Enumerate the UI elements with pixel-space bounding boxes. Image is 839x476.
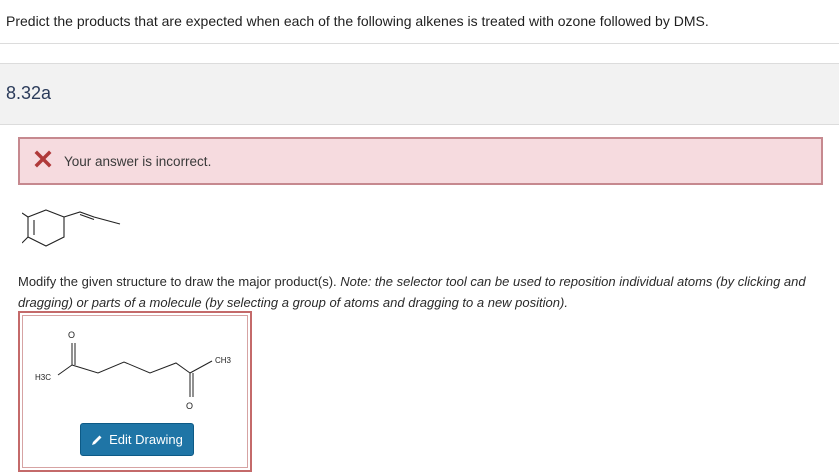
part-label: 8.32a [6, 83, 52, 103]
pencil-icon [92, 435, 102, 445]
x-mark-icon [34, 150, 52, 168]
instructions-text: Modify the given structure to draw the m… [18, 274, 341, 289]
ch3-label: CH3 [215, 356, 232, 365]
edit-drawing-label: Edit Drawing [109, 432, 183, 447]
instructions: Modify the given structure to draw the m… [18, 271, 833, 313]
drawing-area[interactable]: O O H3C CH3 Edit Drawing [18, 311, 252, 472]
given-alkene-structure [22, 209, 121, 247]
oxygen-bottom-label: O [186, 401, 193, 411]
oxygen-top-label: O [68, 330, 75, 340]
h3c-label: H3C [35, 373, 51, 382]
edit-drawing-button[interactable]: Edit Drawing [80, 423, 194, 456]
feedback-message: Your answer is incorrect. [64, 154, 212, 169]
product-structure[interactable]: O O H3C CH3 [20, 313, 250, 413]
feedback-alert: Your answer is incorrect. [18, 137, 823, 185]
part-header: 8.32a [0, 63, 839, 125]
question-text: Predict the products that are expected w… [6, 13, 709, 29]
divider [0, 43, 839, 44]
